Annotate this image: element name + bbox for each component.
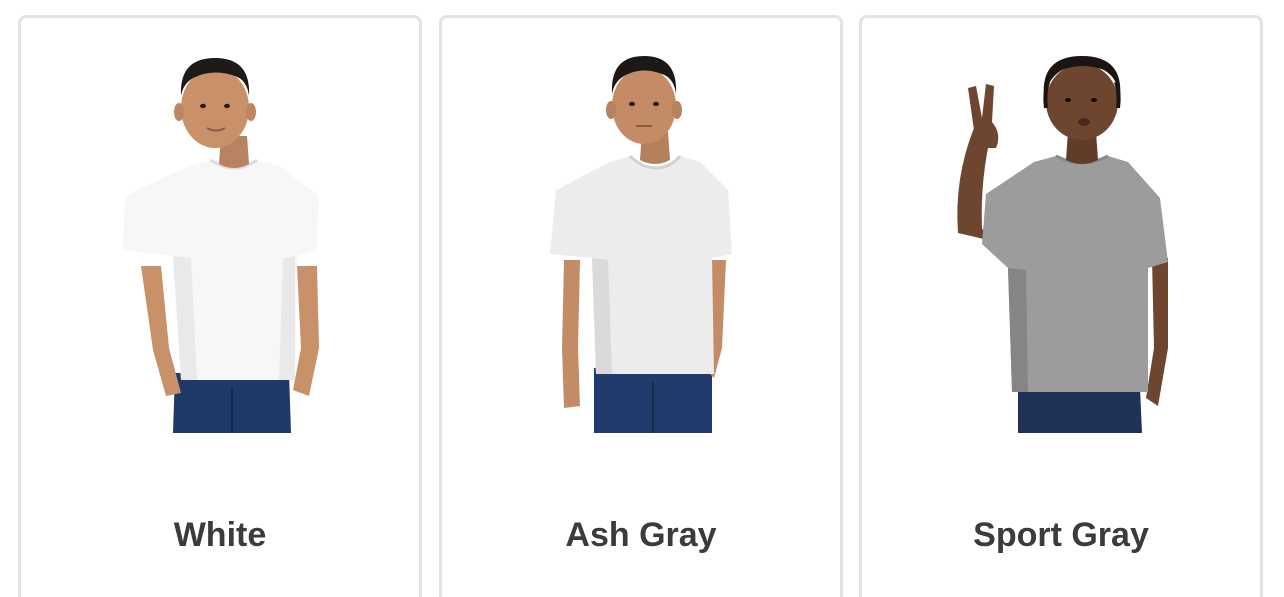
color-swatch-grid: White Ash Gray Sport Gray bbox=[0, 0, 1284, 597]
swatch-card-white[interactable]: White bbox=[18, 15, 422, 597]
swatch-label: Sport Gray bbox=[973, 516, 1149, 554]
swatch-card-ash-gray[interactable]: Ash Gray bbox=[439, 15, 843, 597]
swatch-label: Ash Gray bbox=[565, 516, 717, 554]
boy-white-tshirt-photo bbox=[123, 58, 319, 433]
swatch-label: White bbox=[173, 516, 267, 554]
swatch-card-sport-gray[interactable]: Sport Gray bbox=[859, 15, 1263, 597]
child-sport-gray-tshirt-photo bbox=[957, 56, 1168, 433]
boy-ash-gray-tshirt-photo bbox=[550, 56, 732, 433]
